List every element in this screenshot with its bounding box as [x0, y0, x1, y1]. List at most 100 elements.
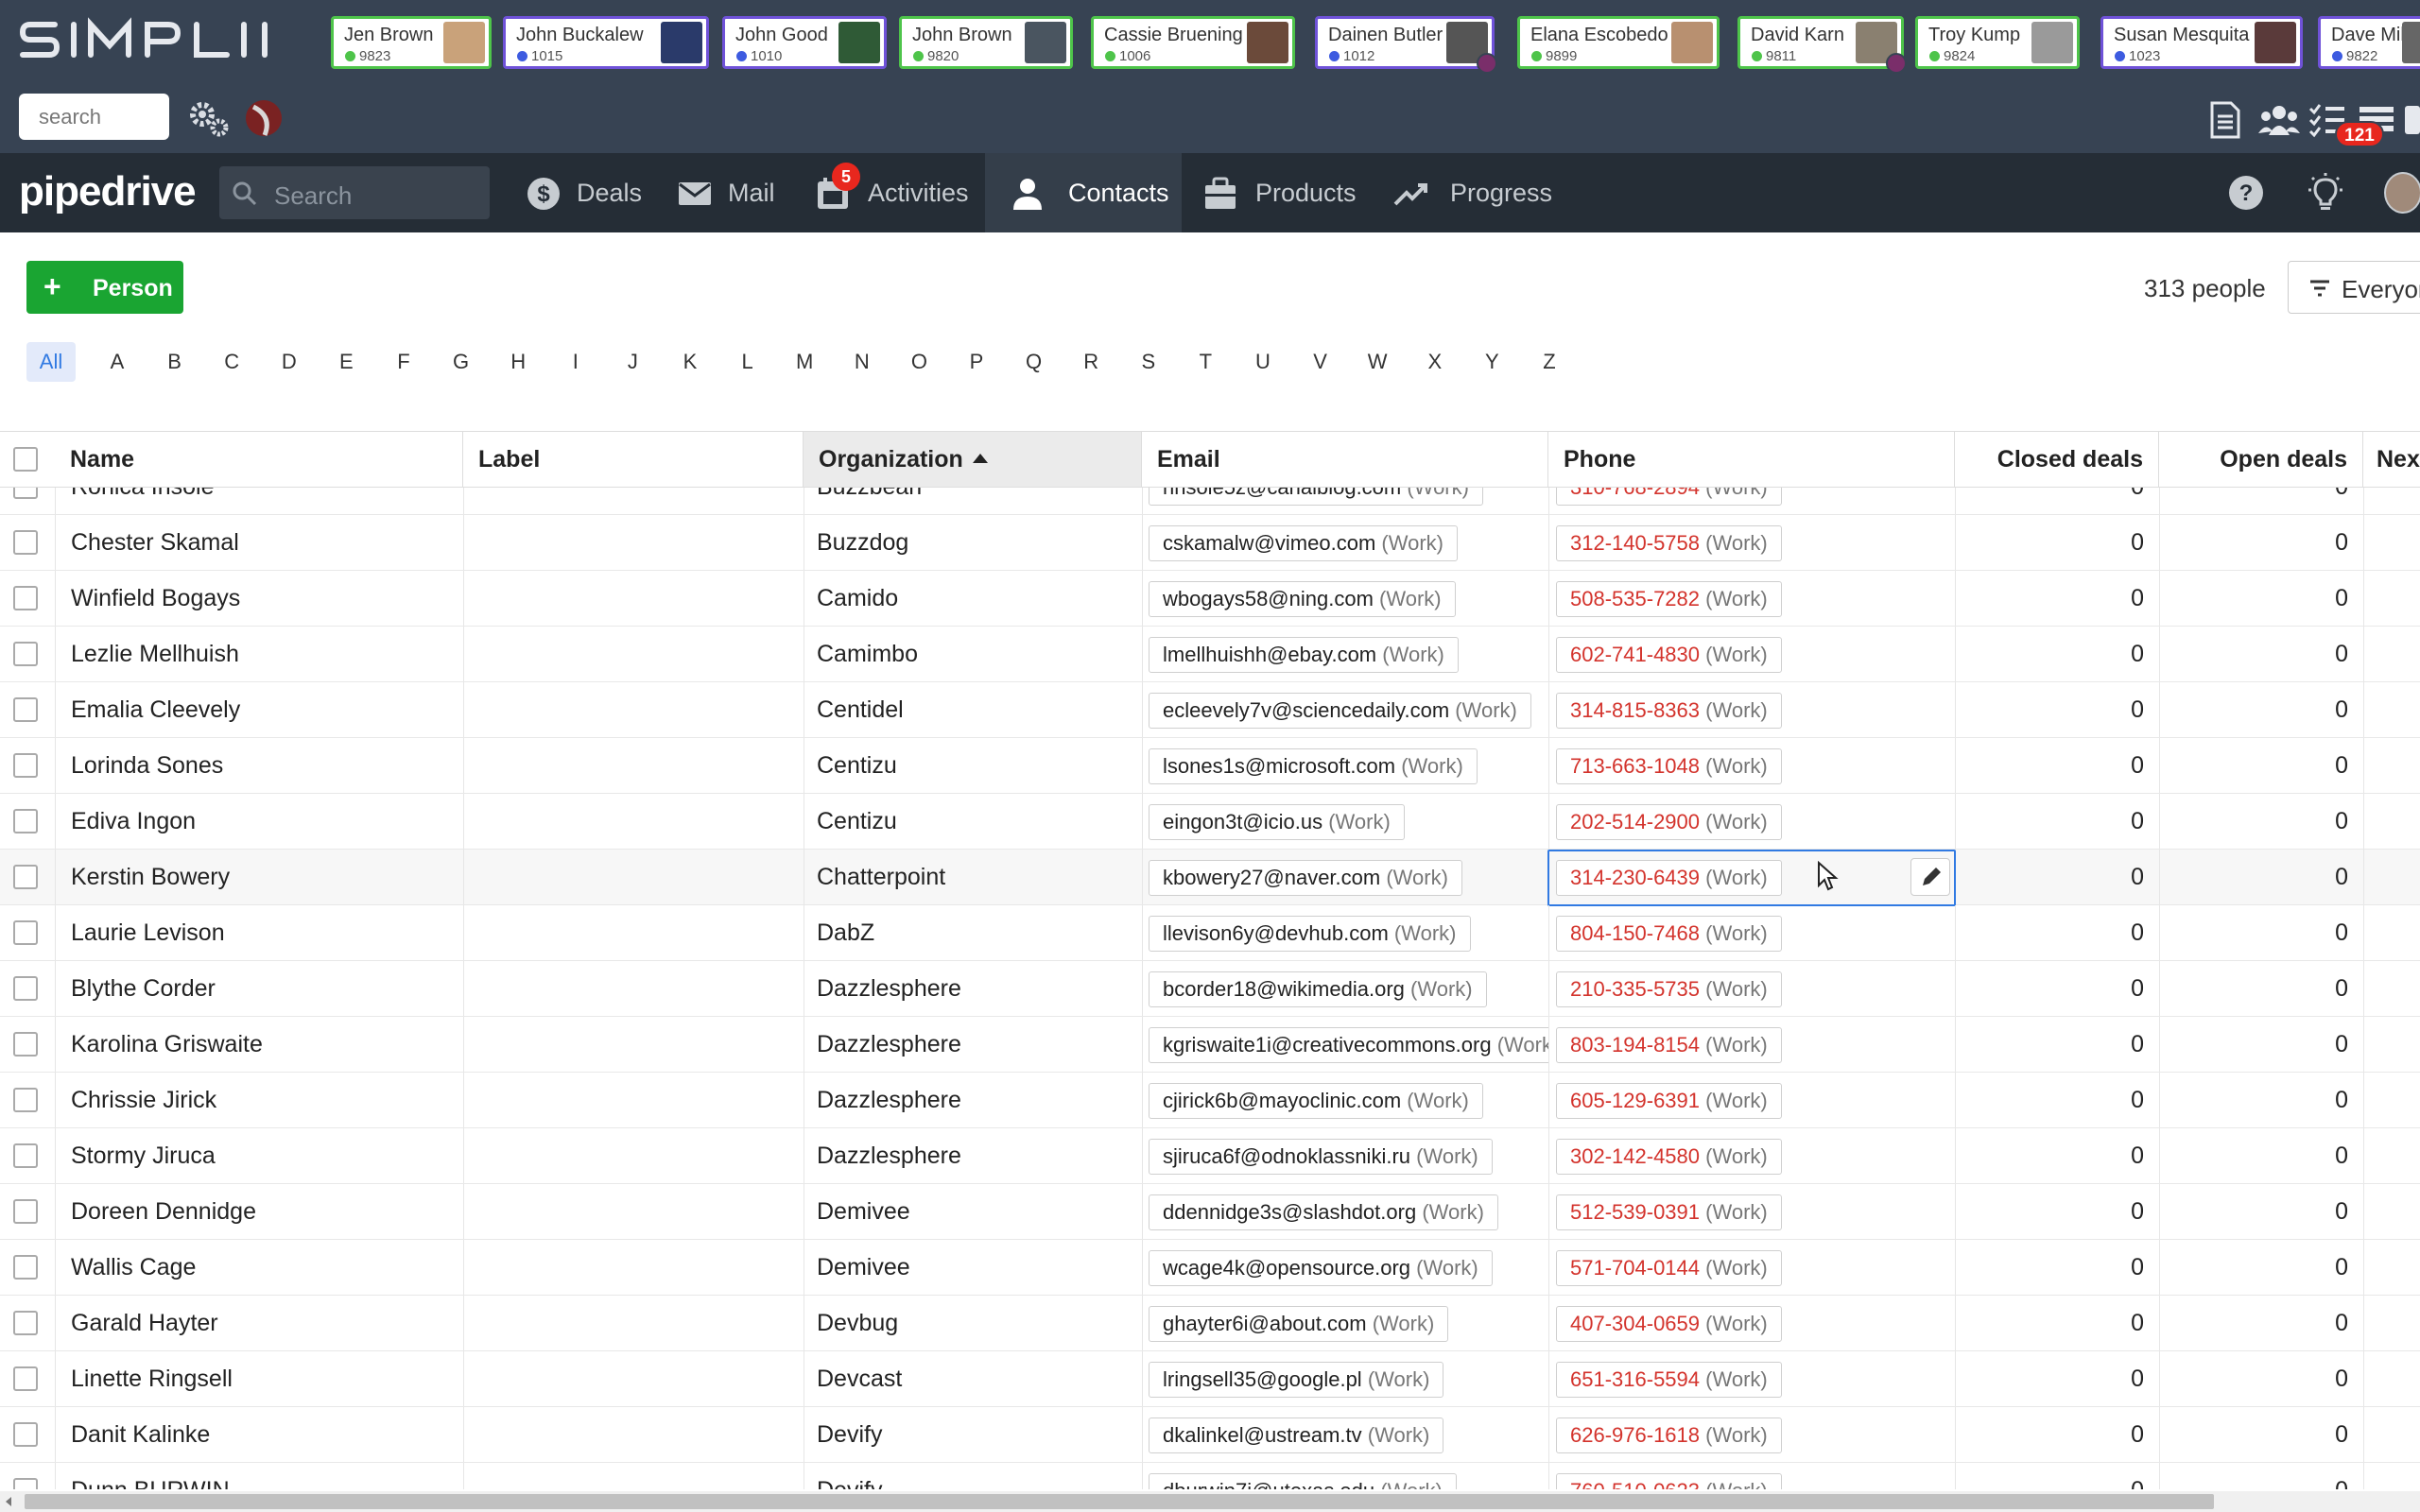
label-cell[interactable]	[478, 1184, 800, 1239]
row-checkbox[interactable]	[13, 1366, 38, 1391]
phone-link[interactable]: 202-514-2900 (Work)	[1556, 804, 1782, 840]
column-header-open-deals[interactable]: Open deals	[2159, 432, 2363, 487]
table-row[interactable]: Kerstin Bowery Chatterpoint kbowery27@nave…	[0, 850, 2420, 906]
phone-link[interactable]: 210-335-5735 (Work)	[1556, 971, 1782, 1007]
organization-link[interactable]: Centizu	[817, 738, 1138, 793]
table-row[interactable]: Karolina Griswaite Dazzlesphere kgriswaite…	[0, 1017, 2420, 1073]
label-cell[interactable]	[478, 850, 800, 904]
phone-link[interactable]: 626-976-1618 (Work)	[1556, 1418, 1782, 1453]
contact-name-link[interactable]: Chrissie Jirick	[71, 1073, 458, 1127]
row-checkbox[interactable]	[13, 1311, 38, 1335]
column-header-name[interactable]: Name	[55, 432, 463, 487]
table-row[interactable]: Stormy Jiruca Dazzlesphere sjiruca6f@odnok…	[0, 1128, 2420, 1184]
email-link[interactable]: llevison6y@devhub.com (Work)	[1149, 916, 1471, 952]
column-header-organization[interactable]: Organization	[804, 432, 1142, 487]
email-link[interactable]: wbogays58@ning.com (Work)	[1149, 581, 1456, 617]
email-link[interactable]: bcorder18@wikimedia.org (Work)	[1149, 971, 1487, 1007]
label-cell[interactable]	[478, 682, 800, 737]
row-checkbox[interactable]	[13, 1088, 38, 1112]
phone-link[interactable]: 651-316-5594 (Work)	[1556, 1362, 1782, 1398]
table-row[interactable]: Chester Skamal Buzzdog cskamalw@vimeo.com …	[0, 515, 2420, 571]
row-checkbox[interactable]	[13, 1422, 38, 1447]
label-cell[interactable]	[478, 794, 800, 849]
phone-link[interactable]: 605-129-6391 (Work)	[1556, 1083, 1782, 1119]
label-cell[interactable]	[478, 961, 800, 1016]
letter-filter-k[interactable]: K	[671, 342, 709, 382]
letter-filter-b[interactable]: B	[156, 342, 194, 382]
contact-name-link[interactable]: Laurie Levison	[71, 905, 458, 960]
email-link[interactable]: eingon3t@icio.us (Work)	[1149, 804, 1405, 840]
email-link[interactable]: lsones1s@microsoft.com (Work)	[1149, 748, 1478, 784]
table-row[interactable]: Laurie Levison DabZ llevison6y@devhub.com …	[0, 905, 2420, 961]
letter-filter-a[interactable]: A	[98, 342, 136, 382]
table-row[interactable]: Lezlie Mellhuish Camimbo lmellhuishh@ebay.…	[0, 627, 2420, 682]
row-checkbox[interactable]	[13, 976, 38, 1001]
email-link[interactable]: sjiruca6f@odnoklassniki.ru (Work)	[1149, 1139, 1493, 1175]
row-checkbox[interactable]	[13, 1255, 38, 1280]
letter-filter-x[interactable]: X	[1416, 342, 1454, 382]
table-row[interactable]: Chrissie Jirick Dazzlesphere cjirick6b@may…	[0, 1073, 2420, 1128]
nav-contacts[interactable]: Contacts	[985, 153, 1182, 232]
organization-link[interactable]: Devcast	[817, 1351, 1138, 1406]
horizontal-scrollbar[interactable]	[0, 1491, 2420, 1512]
email-link[interactable]: ghayter6i@about.com (Work)	[1149, 1306, 1449, 1342]
email-link[interactable]: lringsell35@google.pl (Work)	[1149, 1362, 1444, 1398]
table-row[interactable]: Blythe Corder Dazzlesphere bcorder18@wikim…	[0, 961, 2420, 1017]
letter-filter-t[interactable]: T	[1186, 342, 1224, 382]
organization-link[interactable]: Dazzlesphere	[817, 1073, 1138, 1127]
email-link[interactable]: dburwin7i@utexas.edu (Work)	[1149, 1473, 1457, 1489]
column-header-phone[interactable]: Phone	[1548, 432, 1955, 487]
table-row[interactable]: Danit Kalinke Devify dkalinkel@ustream.tv …	[0, 1407, 2420, 1463]
agent-card[interactable]: Susan Mesquita 1023	[2100, 16, 2303, 69]
phone-link[interactable]: 302-142-4580 (Work)	[1556, 1139, 1782, 1175]
label-cell[interactable]	[478, 1128, 800, 1183]
label-cell[interactable]	[478, 1017, 800, 1072]
table-row[interactable]: Wallis Cage Demivee wcage4k@opensource.org…	[0, 1240, 2420, 1296]
letter-filter-m[interactable]: M	[786, 342, 823, 382]
letter-filter-p[interactable]: P	[958, 342, 995, 382]
label-cell[interactable]	[478, 738, 800, 793]
phone-link[interactable]: 804-150-7468 (Work)	[1556, 916, 1782, 952]
label-cell[interactable]	[478, 1296, 800, 1350]
agent-card[interactable]: David Karn 9811	[1737, 16, 1907, 74]
row-checkbox[interactable]	[13, 1478, 38, 1489]
email-link[interactable]: ddennidge3s@slashdot.org (Work)	[1149, 1194, 1498, 1230]
agent-card[interactable]: John Brown 9820	[899, 16, 1073, 69]
row-checkbox[interactable]	[13, 753, 38, 778]
phone-link[interactable]: 713-663-1048 (Work)	[1556, 748, 1782, 784]
organization-link[interactable]: DabZ	[817, 905, 1138, 960]
help-icon[interactable]: ?	[2225, 172, 2267, 214]
label-cell[interactable]	[478, 515, 800, 570]
column-header-email[interactable]: Email	[1142, 432, 1548, 487]
nav-progress[interactable]: Progress	[1386, 153, 1556, 232]
group-icon[interactable]	[2257, 99, 2301, 141]
organization-link[interactable]: Centidel	[817, 682, 1138, 737]
agent-card[interactable]: John Good 1010	[722, 16, 887, 69]
contact-name-link[interactable]: Linette Ringsell	[71, 1351, 458, 1406]
organization-link[interactable]: Camido	[817, 571, 1138, 626]
phone-link[interactable]: 760-510-0623 (Work)	[1556, 1473, 1782, 1489]
window-icon[interactable]	[2405, 106, 2420, 134]
email-link[interactable]: ecleevely7v@sciencedaily.com (Work)	[1149, 693, 1531, 729]
contact-name-link[interactable]: Dunn BURWIN	[71, 1463, 458, 1489]
table-row[interactable]: Dunn BURWIN Devify dburwin7i@utexas.edu (W…	[0, 1463, 2420, 1489]
organization-link[interactable]: Dazzlesphere	[817, 961, 1138, 1016]
column-header-next[interactable]: Next	[2363, 432, 2420, 487]
row-checkbox[interactable]	[13, 920, 38, 945]
contact-name-link[interactable]: Blythe Corder	[71, 961, 458, 1016]
letter-filter-n[interactable]: N	[843, 342, 881, 382]
phone-link[interactable]: 312-140-5758 (Work)	[1556, 525, 1782, 561]
letter-filter-z[interactable]: Z	[1530, 342, 1568, 382]
organization-link[interactable]: Buzzdog	[817, 515, 1138, 570]
phone-link[interactable]: 803-194-8154 (Work)	[1556, 1027, 1782, 1063]
letter-filter-s[interactable]: S	[1130, 342, 1167, 382]
contact-name-link[interactable]: Winfield Bogays	[71, 571, 458, 626]
row-checkbox[interactable]	[13, 1032, 38, 1057]
letter-filter-w[interactable]: W	[1358, 342, 1396, 382]
contact-name-link[interactable]: Kerstin Bowery	[71, 850, 458, 904]
table-row[interactable]: Emalia Cleevely Centidel ecleevely7v@scien…	[0, 682, 2420, 738]
letter-filter-h[interactable]: H	[499, 342, 537, 382]
phone-link[interactable]: 508-535-7282 (Work)	[1556, 581, 1782, 617]
row-checkbox[interactable]	[13, 865, 38, 889]
label-cell[interactable]	[478, 1407, 800, 1462]
